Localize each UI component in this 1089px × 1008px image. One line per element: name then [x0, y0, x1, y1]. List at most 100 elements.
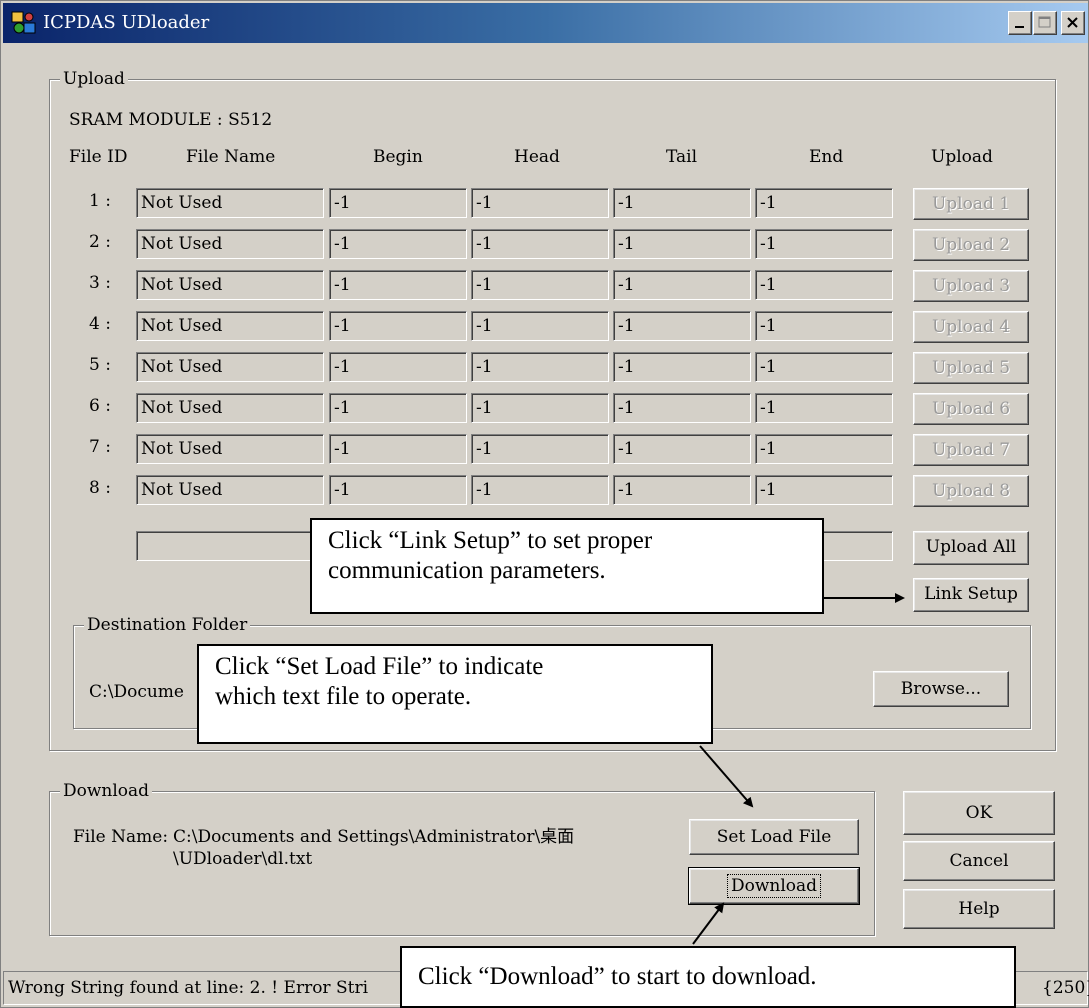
tail-field[interactable]: -1	[613, 434, 751, 464]
upload-3-button[interactable]: Upload 3	[913, 270, 1029, 302]
download-file-path-line2: \UDloader\dl.txt	[173, 849, 313, 869]
file-name-field[interactable]: Not Used	[136, 311, 324, 341]
upload-6-button[interactable]: Upload 6	[913, 393, 1029, 425]
set-load-file-callout-line2: which text file to operate.	[215, 683, 472, 710]
begin-field[interactable]: -1	[329, 393, 467, 423]
begin-field[interactable]: -1	[329, 475, 467, 505]
file-name-label: File Name:	[73, 827, 169, 847]
link-setup-callout: Click “Link Setup” to set proper communi…	[310, 518, 824, 614]
header-file-id: File ID	[69, 147, 128, 167]
tail-field[interactable]: -1	[613, 475, 751, 505]
file-name-field[interactable]: Not Used	[136, 270, 324, 300]
udloader-window: ICPDAS UDloader Upload SRAM MODULE : S51…	[0, 0, 1089, 1008]
download-file-path-line1: C:\Documents and Settings\Administrator\…	[173, 827, 575, 847]
download-callout-text: Click “Download” to start to download.	[418, 963, 817, 990]
minimize-button[interactable]	[1008, 11, 1032, 35]
end-field[interactable]: -1	[755, 270, 893, 300]
close-button[interactable]	[1061, 11, 1085, 35]
tail-field[interactable]: -1	[613, 352, 751, 382]
link-setup-callout-line2: communication parameters.	[328, 557, 606, 584]
header-file-name: File Name	[186, 147, 276, 167]
download-button[interactable]: Download	[688, 867, 860, 905]
destination-folder-title: Destination Folder	[84, 614, 251, 636]
begin-field[interactable]: -1	[329, 311, 467, 341]
head-field[interactable]: -1	[471, 270, 609, 300]
row-file-id: 7 :	[89, 437, 111, 457]
begin-field[interactable]: -1	[329, 229, 467, 259]
head-field[interactable]: -1	[471, 311, 609, 341]
head-field[interactable]: -1	[471, 393, 609, 423]
ok-button[interactable]: OK	[903, 791, 1055, 835]
title-bar[interactable]: ICPDAS UDloader	[3, 3, 1088, 43]
set-load-file-button[interactable]: Set Load File	[689, 819, 859, 855]
window-title: ICPDAS UDloader	[43, 12, 210, 33]
tail-field[interactable]: -1	[613, 393, 751, 423]
set-load-file-callout-line1: Click “Set Load File” to indicate	[215, 653, 544, 680]
header-end: End	[809, 147, 844, 167]
row-file-id: 3 :	[89, 273, 111, 293]
upload-8-button[interactable]: Upload 8	[913, 475, 1029, 507]
file-name-field[interactable]: Not Used	[136, 188, 324, 218]
upload-1-button[interactable]: Upload 1	[913, 188, 1029, 220]
minimize-icon	[1015, 26, 1024, 28]
tail-field[interactable]: -1	[613, 188, 751, 218]
end-field[interactable]: -1	[755, 475, 893, 505]
download-callout: Click “Download” to start to download.	[400, 946, 1016, 1008]
help-button[interactable]: Help	[903, 889, 1055, 929]
browse-button[interactable]: Browse...	[873, 671, 1009, 707]
row-file-id: 2 :	[89, 232, 111, 252]
status-count: {250}	[1042, 978, 1089, 998]
end-field[interactable]: -1	[755, 393, 893, 423]
upload-2-button[interactable]: Upload 2	[913, 229, 1029, 261]
cancel-button[interactable]: Cancel	[903, 841, 1055, 881]
begin-field[interactable]: -1	[329, 270, 467, 300]
maximize-button[interactable]	[1033, 11, 1057, 35]
end-field[interactable]: -1	[755, 311, 893, 341]
maximize-icon	[1038, 16, 1051, 28]
download-button-label: Download	[726, 874, 822, 898]
file-name-field[interactable]: Not Used	[136, 475, 324, 505]
begin-field[interactable]: -1	[329, 188, 467, 218]
begin-field[interactable]: -1	[329, 352, 467, 382]
set-load-file-callout: Click “Set Load File” to indicate which …	[197, 644, 713, 744]
begin-field[interactable]: -1	[329, 434, 467, 464]
destination-path[interactable]: C:\Docume	[89, 681, 184, 703]
head-field[interactable]: -1	[471, 352, 609, 382]
tail-field[interactable]: -1	[613, 229, 751, 259]
download-group-title: Download	[60, 780, 153, 802]
head-field[interactable]: -1	[471, 475, 609, 505]
file-name-field[interactable]: Not Used	[136, 434, 324, 464]
sram-module-label: SRAM MODULE : S512	[69, 110, 273, 130]
end-field[interactable]: -1	[755, 434, 893, 464]
link-setup-callout-line1: Click “Link Setup” to set proper	[328, 527, 653, 554]
end-field[interactable]: -1	[755, 188, 893, 218]
upload-group-title: Upload	[60, 68, 128, 90]
row-file-id: 1 :	[89, 191, 111, 211]
head-field[interactable]: -1	[471, 229, 609, 259]
header-begin: Begin	[373, 147, 423, 167]
row-file-id: 4 :	[89, 314, 111, 334]
app-icon	[11, 10, 37, 36]
row-file-id: 6 :	[89, 396, 111, 416]
tail-field[interactable]: -1	[613, 311, 751, 341]
end-field[interactable]: -1	[755, 229, 893, 259]
link-setup-button[interactable]: Link Setup	[913, 578, 1029, 612]
file-name-field[interactable]: Not Used	[136, 229, 324, 259]
header-upload: Upload	[931, 147, 993, 167]
header-tail: Tail	[666, 147, 698, 167]
upload-all-button[interactable]: Upload All	[913, 531, 1029, 565]
upload-4-button[interactable]: Upload 4	[913, 311, 1029, 343]
head-field[interactable]: -1	[471, 188, 609, 218]
upload-5-button[interactable]: Upload 5	[913, 352, 1029, 384]
file-name-field[interactable]: Not Used	[136, 393, 324, 423]
head-field[interactable]: -1	[471, 434, 609, 464]
end-field[interactable]: -1	[755, 352, 893, 382]
upload-7-button[interactable]: Upload 7	[913, 434, 1029, 466]
row-file-id: 5 :	[89, 355, 111, 375]
header-head: Head	[514, 147, 560, 167]
close-icon	[1067, 17, 1078, 28]
row-file-id: 8 :	[89, 478, 111, 498]
tail-field[interactable]: -1	[613, 270, 751, 300]
file-name-field[interactable]: Not Used	[136, 352, 324, 382]
status-message: Wrong String found at line: 2. ! Error S…	[8, 978, 369, 998]
